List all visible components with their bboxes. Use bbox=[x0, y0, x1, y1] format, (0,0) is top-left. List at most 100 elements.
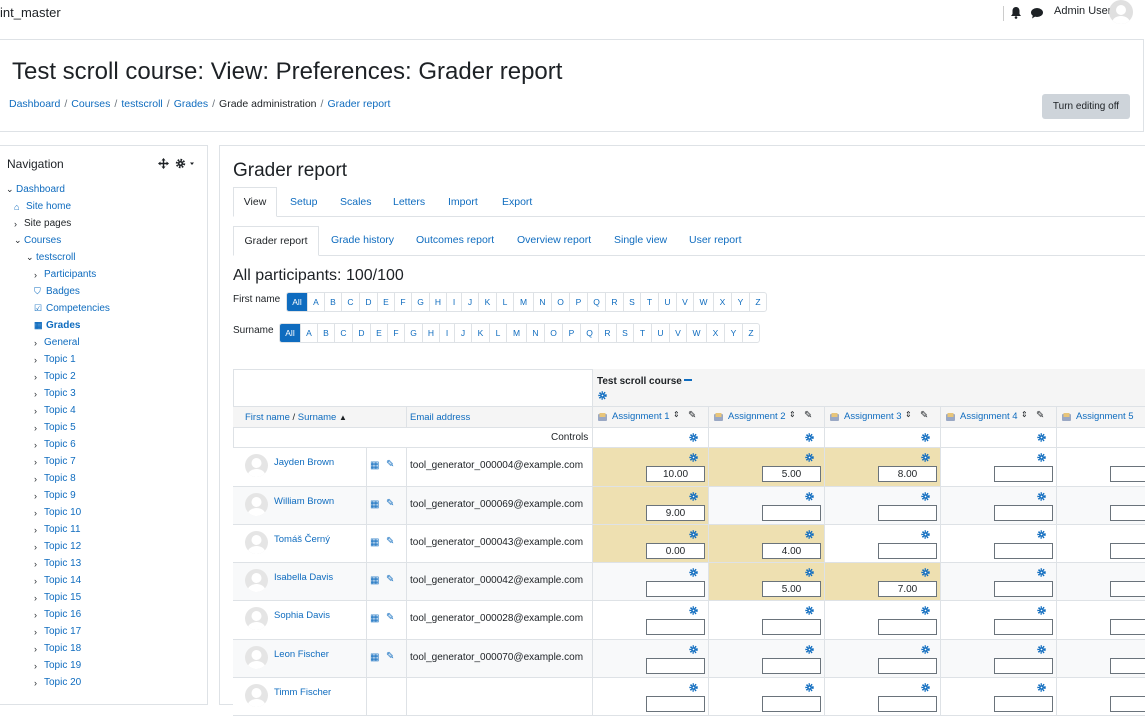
grade-input[interactable] bbox=[646, 619, 705, 635]
nav-item-topic-17[interactable]: › Topic 17 bbox=[34, 626, 81, 637]
surname-initial-e[interactable]: E bbox=[370, 324, 387, 342]
first-initial-f[interactable]: F bbox=[394, 293, 411, 311]
surname-initial-d[interactable]: D bbox=[352, 324, 370, 342]
first-initial-c[interactable]: C bbox=[341, 293, 359, 311]
edit-pencil-icon[interactable]: ✎ bbox=[804, 410, 812, 421]
nav-item-topic-20[interactable]: › Topic 20 bbox=[34, 677, 81, 688]
first-initial-z[interactable]: Z bbox=[749, 293, 766, 311]
grade-input[interactable] bbox=[994, 543, 1053, 559]
surname-initial-z[interactable]: Z bbox=[742, 324, 759, 342]
chevron-right-icon[interactable]: › bbox=[34, 389, 44, 399]
chevron-right-icon[interactable]: › bbox=[34, 576, 44, 586]
chevron-right-icon[interactable]: › bbox=[34, 610, 44, 620]
controls-cog-icon[interactable] bbox=[1037, 433, 1046, 442]
controls-cog-icon[interactable] bbox=[689, 433, 698, 442]
subtab-single-view[interactable]: Single view bbox=[614, 234, 667, 246]
grade-input[interactable]: 8.00 bbox=[878, 466, 937, 482]
surname-initial-x[interactable]: X bbox=[706, 324, 724, 342]
edit-pencil-icon[interactable]: ✎ bbox=[386, 536, 394, 547]
nav-item-general[interactable]: › General bbox=[34, 337, 80, 348]
subtab-grade-history[interactable]: Grade history bbox=[331, 234, 394, 246]
chevron-right-icon[interactable]: › bbox=[14, 219, 24, 229]
surname-initial-all[interactable]: All bbox=[280, 324, 300, 342]
gear-menu-icon[interactable] bbox=[175, 158, 197, 169]
nav-item-badges[interactable]: ⛉ Badges bbox=[34, 286, 80, 297]
grade-input[interactable] bbox=[994, 581, 1053, 597]
grade-input[interactable]: 0.00 bbox=[646, 543, 705, 559]
student-name-link[interactable]: William Brown bbox=[274, 496, 334, 507]
surname-initial-n[interactable]: N bbox=[526, 324, 544, 342]
grade-input[interactable]: 7.00 bbox=[878, 581, 937, 597]
grade-cog-icon[interactable] bbox=[689, 492, 698, 501]
chevron-right-icon[interactable]: › bbox=[34, 338, 44, 348]
grade-input[interactable]: 5.00 bbox=[762, 466, 821, 482]
breadcrumb-testscroll[interactable]: testscroll bbox=[121, 98, 162, 110]
surname-initial-u[interactable]: U bbox=[651, 324, 669, 342]
collapse-icon[interactable] bbox=[684, 379, 692, 381]
grade-cog-icon[interactable] bbox=[921, 530, 930, 539]
tab-view[interactable]: View bbox=[233, 187, 277, 217]
chevron-right-icon[interactable]: › bbox=[34, 593, 44, 603]
chevron-right-icon[interactable]: › bbox=[34, 406, 44, 416]
grade-input[interactable] bbox=[646, 658, 705, 674]
chevron-right-icon[interactable]: › bbox=[34, 474, 44, 484]
first-initial-t[interactable]: T bbox=[640, 293, 658, 311]
chevron-right-icon[interactable]: › bbox=[34, 627, 44, 637]
grade-cog-icon[interactable] bbox=[689, 453, 698, 462]
site-name[interactable]: int_master bbox=[0, 5, 61, 20]
grade-cog-icon[interactable] bbox=[689, 568, 698, 577]
surname-initial-j[interactable]: J bbox=[454, 324, 471, 342]
first-initial-y[interactable]: Y bbox=[731, 293, 749, 311]
student-name-link[interactable]: Sophia Davis bbox=[274, 610, 330, 621]
nav-item-topic-13[interactable]: › Topic 13 bbox=[34, 558, 81, 569]
surname-initial-p[interactable]: P bbox=[562, 324, 580, 342]
chevron-right-icon[interactable]: › bbox=[34, 644, 44, 654]
surname-initial-c[interactable]: C bbox=[334, 324, 352, 342]
nav-item-topic-1[interactable]: › Topic 1 bbox=[34, 354, 76, 365]
assignment-header-link[interactable]: Assignment 1 bbox=[612, 411, 670, 422]
chevron-right-icon[interactable]: › bbox=[34, 457, 44, 467]
nav-item-competencies[interactable]: ☑ Competencies bbox=[34, 303, 110, 314]
surname-initial-v[interactable]: V bbox=[669, 324, 686, 342]
first-initial-l[interactable]: L bbox=[496, 293, 513, 311]
nav-item-courses[interactable]: ⌄ Courses bbox=[14, 235, 61, 246]
grade-cog-icon[interactable] bbox=[805, 606, 814, 615]
surname-initial-r[interactable]: R bbox=[598, 324, 616, 342]
surname-initial-b[interactable]: B bbox=[317, 324, 334, 342]
grade-input[interactable] bbox=[878, 696, 937, 712]
chevron-right-icon[interactable]: › bbox=[34, 542, 44, 552]
first-initial-g[interactable]: G bbox=[411, 293, 429, 311]
first-initial-p[interactable]: P bbox=[569, 293, 587, 311]
sort-surname-link[interactable]: Surname bbox=[298, 412, 337, 423]
grade-cog-icon[interactable] bbox=[689, 606, 698, 615]
message-icon[interactable] bbox=[1030, 7, 1044, 19]
surname-initial-f[interactable]: F bbox=[387, 324, 404, 342]
sort-first-name-link[interactable]: First name bbox=[245, 412, 290, 423]
surname-initial-i[interactable]: I bbox=[439, 324, 454, 342]
chevron-right-icon[interactable]: › bbox=[34, 508, 44, 518]
nav-item-topic-5[interactable]: › Topic 5 bbox=[34, 422, 76, 433]
first-initial-i[interactable]: I bbox=[446, 293, 461, 311]
nav-item-topic-18[interactable]: › Topic 18 bbox=[34, 643, 81, 654]
first-initial-e[interactable]: E bbox=[377, 293, 394, 311]
grade-input[interactable]: 4.00 bbox=[762, 543, 821, 559]
student-name-link[interactable]: Leon Fischer bbox=[274, 649, 329, 660]
surname-initial-m[interactable]: M bbox=[506, 324, 526, 342]
first-initial-o[interactable]: O bbox=[551, 293, 569, 311]
first-initial-all[interactable]: All bbox=[287, 293, 307, 311]
first-initial-s[interactable]: S bbox=[623, 293, 640, 311]
bell-icon[interactable] bbox=[1010, 6, 1022, 19]
user-avatar[interactable] bbox=[1109, 0, 1133, 24]
grade-input[interactable] bbox=[878, 658, 937, 674]
nav-item-topic-3[interactable]: › Topic 3 bbox=[34, 388, 76, 399]
first-initial-k[interactable]: K bbox=[478, 293, 496, 311]
edit-pencil-icon[interactable]: ✎ bbox=[386, 651, 394, 662]
tab-setup[interactable]: Setup bbox=[290, 196, 317, 208]
grade-input[interactable] bbox=[994, 696, 1053, 712]
first-initial-w[interactable]: W bbox=[693, 293, 713, 311]
nav-item-site-home[interactable]: ⌂ Site home bbox=[14, 201, 71, 212]
surname-initial-w[interactable]: W bbox=[686, 324, 706, 342]
grade-cog-icon[interactable] bbox=[1037, 530, 1046, 539]
breadcrumb-dashboard[interactable]: Dashboard bbox=[9, 98, 60, 110]
grade-input[interactable] bbox=[762, 696, 821, 712]
